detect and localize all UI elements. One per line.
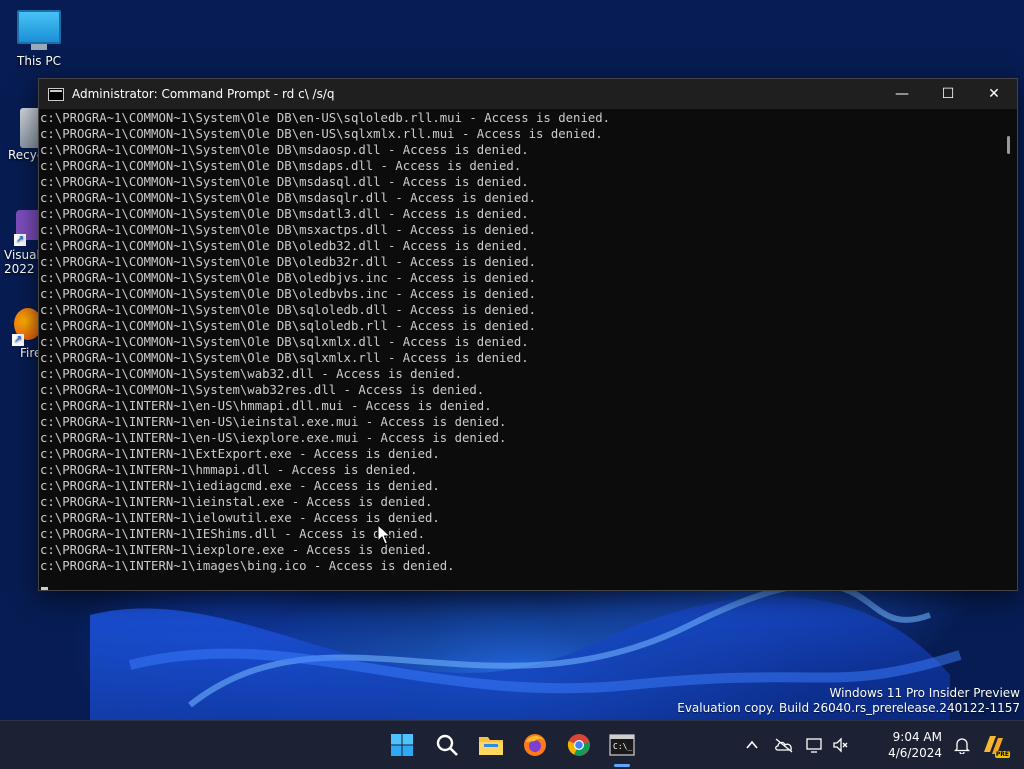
file-explorer-button[interactable] xyxy=(475,729,507,761)
console-line: c:\PROGRA~1\INTERN~1\images\bing.ico - A… xyxy=(40,559,455,573)
command-prompt-window[interactable]: Administrator: Command Prompt - rd c\ /s… xyxy=(38,78,1018,591)
command-prompt-icon: C:\_ xyxy=(609,734,635,756)
console-line: c:\PROGRA~1\COMMON~1\System\Ole DB\msdas… xyxy=(40,175,529,189)
vertical-scrollbar[interactable] xyxy=(999,110,1017,590)
svg-text:C:\_: C:\_ xyxy=(613,742,632,751)
console-line: c:\PROGRA~1\COMMON~1\System\Ole DB\sqlxm… xyxy=(40,351,529,365)
taskbar-clock[interactable]: 9:04 AM 4/6/2024 xyxy=(888,729,942,761)
desktop-icon-this-pc[interactable]: This PC xyxy=(4,10,74,68)
console-line: c:\PROGRA~1\INTERN~1\ExtExport.exe - Acc… xyxy=(40,447,440,461)
console-line: c:\PROGRA~1\COMMON~1\System\Ole DB\oledb… xyxy=(40,287,537,301)
taskbar: C:\_ 9:04 AM 4/6/2024 PRE xyxy=(0,720,1024,769)
clock-date: 4/6/2024 xyxy=(888,746,942,760)
evaluation-watermark: Windows 11 Pro Insider Preview Evaluatio… xyxy=(677,686,1020,716)
this-pc-icon xyxy=(17,10,61,50)
firefox-icon xyxy=(524,734,546,756)
window-titlebar[interactable]: Administrator: Command Prompt - rd c\ /s… xyxy=(39,79,1017,109)
system-tray xyxy=(744,721,848,769)
console-line: c:\PROGRA~1\COMMON~1\System\Ole DB\en-US… xyxy=(40,111,611,125)
chrome-taskbar-button[interactable] xyxy=(563,729,595,761)
console-line: c:\PROGRA~1\COMMON~1\System\Ole DB\sqlxm… xyxy=(40,335,529,349)
command-prompt-icon xyxy=(48,87,64,101)
console-output[interactable]: c:\PROGRA~1\COMMON~1\System\Ole DB\en-US… xyxy=(39,110,999,590)
firefox-taskbar-button[interactable] xyxy=(519,729,551,761)
console-line: c:\PROGRA~1\COMMON~1\System\Ole DB\sqlol… xyxy=(40,303,537,317)
search-button[interactable] xyxy=(431,729,463,761)
console-line: c:\PROGRA~1\COMMON~1\System\Ole DB\msdao… xyxy=(40,143,529,157)
console-line: c:\PROGRA~1\COMMON~1\System\Ole DB\msdap… xyxy=(40,159,522,173)
console-line: c:\PROGRA~1\COMMON~1\System\Ole DB\sqlol… xyxy=(40,319,537,333)
command-prompt-taskbar-button[interactable]: C:\_ xyxy=(606,729,638,767)
console-line: c:\PROGRA~1\COMMON~1\System\Ole DB\en-US… xyxy=(40,127,603,141)
console-line: c:\PROGRA~1\INTERN~1\en-US\iexplore.exe.… xyxy=(40,431,507,445)
console-line: c:\PROGRA~1\COMMON~1\System\wab32res.dll… xyxy=(40,383,485,397)
maximize-button[interactable]: ☐ xyxy=(925,79,971,109)
close-button[interactable]: ✕ xyxy=(971,79,1017,109)
text-cursor xyxy=(41,587,48,590)
minimize-button[interactable]: — xyxy=(879,79,925,109)
console-line: c:\PROGRA~1\COMMON~1\System\wab32.dll - … xyxy=(40,367,462,381)
file-explorer-icon xyxy=(479,737,503,755)
window-title: Administrator: Command Prompt - rd c\ /s… xyxy=(72,87,335,101)
notification-bell-icon[interactable] xyxy=(954,736,970,754)
onedrive-icon[interactable] xyxy=(774,737,794,753)
console-line: c:\PROGRA~1\COMMON~1\System\Ole DB\msdat… xyxy=(40,207,529,221)
scrollbar-thumb[interactable] xyxy=(1007,136,1010,154)
console-line: c:\PROGRA~1\INTERN~1\en-US\ieinstal.exe.… xyxy=(40,415,507,429)
start-button[interactable] xyxy=(386,729,418,761)
console-line: c:\PROGRA~1\INTERN~1\IEShims.dll - Acces… xyxy=(40,527,425,541)
chevron-up-icon[interactable] xyxy=(744,737,760,753)
watermark-edition: Windows 11 Pro Insider Preview xyxy=(829,686,1020,700)
copilot-icon: PRE xyxy=(980,732,1010,758)
console-line: c:\PROGRA~1\COMMON~1\System\Ole DB\oledb… xyxy=(40,271,537,285)
console-line: c:\PROGRA~1\COMMON~1\System\Ole DB\oledb… xyxy=(40,255,537,269)
console-line: c:\PROGRA~1\INTERN~1\iexplore.exe - Acce… xyxy=(40,543,433,557)
console-line: c:\PROGRA~1\INTERN~1\hmmapi.dll - Access… xyxy=(40,463,418,477)
copilot-pre-badge: PRE xyxy=(994,751,1010,758)
search-icon xyxy=(436,734,458,756)
mouse-pointer-icon xyxy=(377,524,391,545)
volume-muted-icon[interactable] xyxy=(832,737,848,753)
console-line: c:\PROGRA~1\INTERN~1\iediagcmd.exe - Acc… xyxy=(40,479,440,493)
console-line: c:\PROGRA~1\COMMON~1\System\Ole DB\msxac… xyxy=(40,223,537,237)
copilot-button[interactable]: PRE xyxy=(980,721,1010,769)
console-prompt-line xyxy=(40,574,999,590)
chrome-icon xyxy=(567,734,590,756)
console-line: c:\PROGRA~1\COMMON~1\System\Ole DB\oledb… xyxy=(40,239,529,253)
clock-time: 9:04 AM xyxy=(892,730,942,744)
desktop-icon-label: This PC xyxy=(17,54,61,68)
watermark-build: Evaluation copy. Build 26040.rs_prerelea… xyxy=(677,701,1020,715)
start-icon xyxy=(391,734,413,756)
console-line: c:\PROGRA~1\INTERN~1\en-US\hmmapi.dll.mu… xyxy=(40,399,492,413)
network-icon[interactable] xyxy=(806,737,824,753)
notification-area xyxy=(954,721,970,769)
console-line: c:\PROGRA~1\COMMON~1\System\Ole DB\msdas… xyxy=(40,191,537,205)
console-line: c:\PROGRA~1\INTERN~1\ielowutil.exe - Acc… xyxy=(40,511,440,525)
console-line: c:\PROGRA~1\INTERN~1\ieinstal.exe - Acce… xyxy=(40,495,433,509)
